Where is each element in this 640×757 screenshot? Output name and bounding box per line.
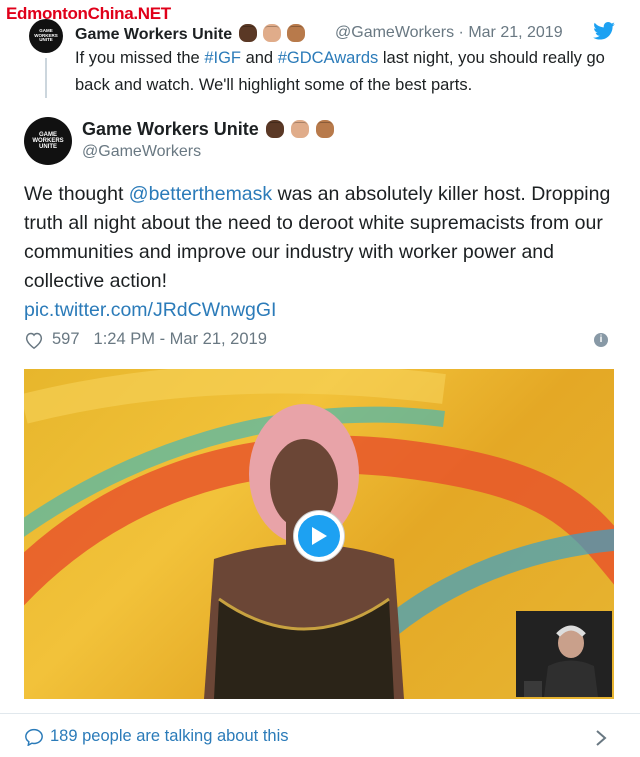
reply-handle-date[interactable]: @GameWorkers · Mar 21, 2019: [335, 24, 563, 42]
site-watermark: EdmontonChina.NET: [6, 4, 171, 23]
reply-date[interactable]: Mar 21, 2019: [468, 24, 562, 41]
talking-about-label: 189 people are talking about this: [50, 727, 289, 745]
fist-emoji-medium-icon: [287, 24, 306, 42]
hashtag-gdcawards-link[interactable]: #GDCAwards: [278, 49, 379, 67]
main-tweet-text: We thought @betterthemask was an absolut…: [24, 180, 616, 325]
reply-handle: @GameWorkers: [335, 24, 455, 41]
reply-tweet-text: If you missed the #IGF and #GDCAwards la…: [75, 45, 615, 99]
fist-emoji-light-icon: [263, 24, 281, 42]
tweet-timestamp[interactable]: 1:24 PM - Mar 21, 2019: [94, 330, 267, 349]
avatar-logo-text: GAME WORKERS UNITE: [32, 131, 64, 151]
main-author-name-text: Game Workers Unite: [82, 119, 259, 139]
hashtag-igf-link[interactable]: #IGF: [204, 49, 241, 67]
twitter-bird-icon[interactable]: [593, 22, 615, 40]
reply-text-part: If you missed the: [75, 49, 205, 67]
pic-link[interactable]: pic.twitter.com/JRdCWnwgGI: [24, 299, 276, 321]
separator-dot: ·: [458, 24, 464, 41]
speech-bubble-icon: [25, 728, 43, 746]
picture-in-picture-inset: [516, 611, 612, 697]
reply-author-name-text: Game Workers Unite: [75, 26, 233, 43]
reply-author-name[interactable]: Game Workers Unite: [75, 24, 306, 44]
main-avatar[interactable]: GAME WORKERS UNITE: [24, 117, 72, 165]
thread-connector: [45, 58, 47, 98]
avatar-logo-text: GAME WORKERS UNITE: [34, 27, 58, 43]
reply-avatar[interactable]: GAME WORKERS UNITE: [29, 19, 63, 53]
reply-text-part: and: [241, 49, 278, 67]
tweet-meta: 597 1:24 PM - Mar 21, 2019: [24, 330, 267, 349]
fist-emoji-dark-icon: [238, 24, 257, 42]
fist-emoji-light-icon: [290, 120, 309, 138]
talking-about-link[interactable]: 189 people are talking about this: [24, 727, 289, 746]
main-handle[interactable]: @GameWorkers: [82, 143, 201, 161]
main-author-name[interactable]: Game Workers Unite: [82, 119, 334, 140]
like-count[interactable]: 597: [52, 330, 80, 349]
fist-emoji-medium-icon: [315, 120, 334, 138]
mention-betterthemask-link[interactable]: @betterthemask: [129, 183, 272, 205]
play-button[interactable]: [293, 510, 345, 562]
footer-divider: [0, 713, 640, 714]
play-icon: [298, 515, 340, 557]
main-text-part: We thought: [24, 183, 129, 205]
chevron-right-icon[interactable]: [595, 729, 607, 747]
fist-emoji-dark-icon: [265, 120, 284, 138]
heart-icon[interactable]: [24, 331, 44, 349]
info-icon[interactable]: i: [594, 333, 608, 347]
